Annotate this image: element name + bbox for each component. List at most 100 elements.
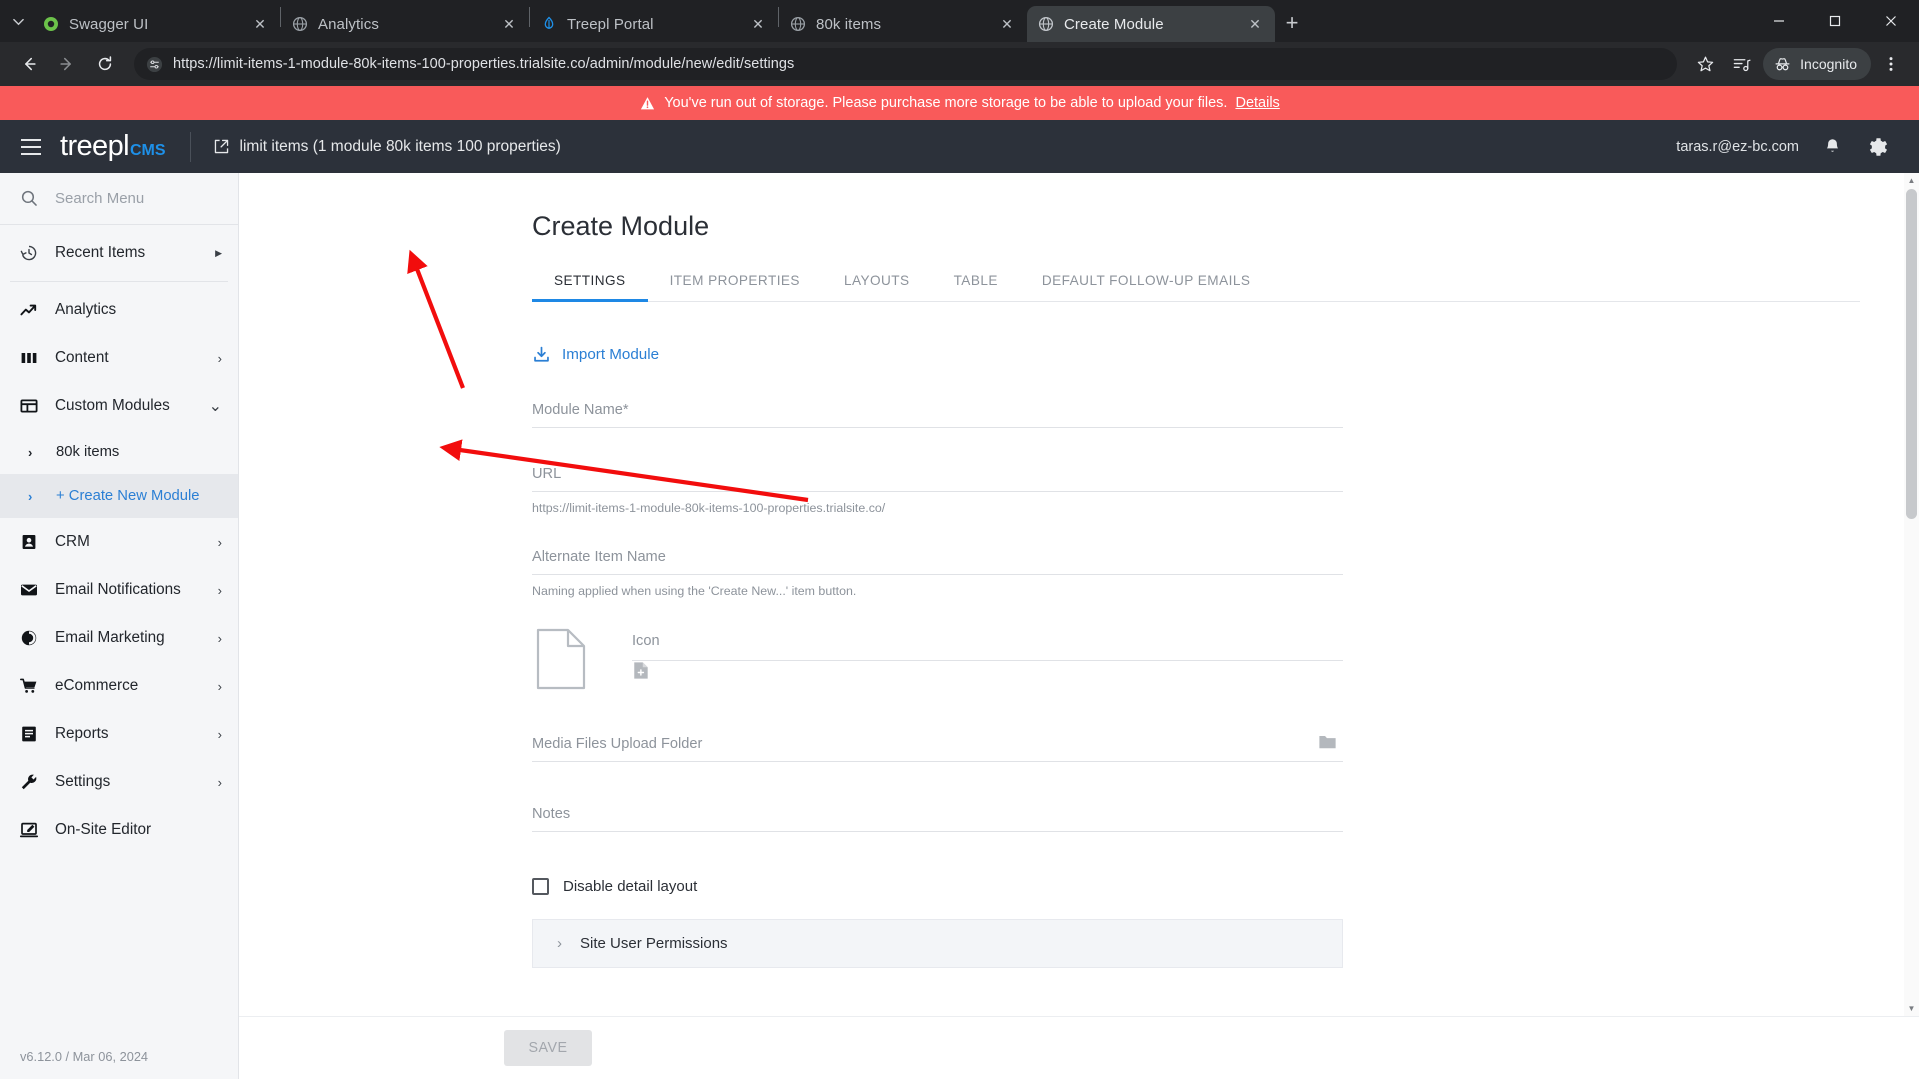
kebab-menu-icon[interactable] [1875,48,1907,80]
wrench-icon [18,772,40,792]
page-body: Recent Items ▶ Analytics [0,173,1919,1079]
tune-icon[interactable] [146,56,163,73]
browser-tab-80k-items[interactable]: 80k items ✕ [779,6,1027,42]
close-window-icon[interactable] [1863,0,1919,42]
sidebar-search[interactable] [0,173,238,225]
sidebar-item-label: Email Marketing [55,629,165,646]
sidebar-item-custom-modules[interactable]: Custom Modules ⌄ [0,382,238,430]
field-underline [532,491,1343,492]
site-name-link[interactable]: limit items (1 module 80k items 100 prop… [213,138,561,156]
module-name-field[interactable]: Module Name* [532,402,1343,428]
sidebar-item-80k-items[interactable]: › 80k items [0,430,238,474]
page-scrollbar[interactable]: ▲ ▼ [1904,173,1919,1016]
window-controls [1751,0,1919,42]
incognito-indicator[interactable]: Incognito [1763,48,1871,80]
incognito-icon [1773,55,1792,74]
icon-field[interactable]: Icon [532,628,1343,690]
media-folder-label: Media Files Upload Folder [532,736,703,752]
external-link-icon [213,138,230,155]
chevron-right-icon: › [28,488,33,504]
import-module-label: Import Module [562,346,660,363]
close-icon[interactable]: ✕ [250,14,270,34]
file-add-icon[interactable] [632,662,649,684]
close-icon[interactable]: ✕ [748,14,768,34]
chevron-right-icon: › [217,582,222,598]
sidebar-item-content[interactable]: Content › [0,334,238,382]
chevron-right-icon: › [217,630,222,646]
tab-layouts[interactable]: LAYOUTS [822,273,932,301]
page-viewport: You've run out of storage. Please purcha… [0,86,1919,1079]
url-field[interactable]: URL https://limit-items-1-module-80k-ite… [532,466,1343,515]
media-files-upload-folder-field[interactable]: Media Files Upload Folder [532,736,1343,762]
sidebar-item-recent-items[interactable]: Recent Items ▶ [0,229,238,277]
user-email: taras.r@ez-bc.com [1676,138,1799,155]
close-icon[interactable]: ✕ [1245,14,1265,34]
sidebar: Recent Items ▶ Analytics [0,173,239,1079]
scroll-up-arrow[interactable]: ▲ [1904,173,1919,188]
save-button[interactable]: SAVE [504,1030,592,1066]
site-user-permissions-panel[interactable]: › Site User Permissions [532,919,1343,968]
incognito-label: Incognito [1800,56,1857,72]
sidebar-item-crm[interactable]: CRM › [0,518,238,566]
tab-default-follow-up-emails[interactable]: DEFAULT FOLLOW-UP EMAILS [1020,273,1272,301]
content-tabs: SETTINGS ITEM PROPERTIES LAYOUTS TABLE D… [532,273,1860,302]
tab-table[interactable]: TABLE [932,273,1020,301]
sidebar-item-ecommerce[interactable]: eCommerce › [0,662,238,710]
hamburger-icon[interactable] [10,126,52,168]
tab-item-properties[interactable]: ITEM PROPERTIES [648,273,822,301]
columns-icon [18,348,40,368]
settings-form: Import Module Module Name* URL https://l… [532,345,1343,968]
download-icon [532,345,551,364]
browser-tab-analytics[interactable]: Analytics ✕ [281,6,529,42]
bell-icon[interactable] [1819,134,1845,160]
browser-tab-swagger-ui[interactable]: Swagger UI ✕ [32,6,280,42]
sidebar-item-email-notifications[interactable]: Email Notifications › [0,566,238,614]
new-tab-button[interactable]: + [1275,6,1309,40]
tab-settings[interactable]: SETTINGS [532,273,648,302]
treepl-logo[interactable]: treepl CMS [60,130,166,163]
browser-tab-create-module[interactable]: Create Module ✕ [1027,6,1275,42]
scroll-down-arrow[interactable]: ▼ [1904,1001,1919,1016]
search-input[interactable] [55,190,195,207]
tab-title: Analytics [318,15,379,33]
storage-warning-banner: You've run out of storage. Please purcha… [0,86,1919,120]
icon-input-wrapper[interactable]: Icon [632,633,1343,685]
import-module-button[interactable]: Import Module [532,345,1343,364]
gear-icon[interactable] [1865,134,1891,160]
star-icon[interactable] [1689,48,1721,80]
storage-details-link[interactable]: Details [1235,95,1279,111]
sidebar-item-settings[interactable]: Settings › [0,758,238,806]
close-icon[interactable]: ✕ [997,14,1017,34]
reading-list-icon[interactable] [1725,48,1757,80]
sidebar-item-reports[interactable]: Reports › [0,710,238,758]
sidebar-item-label: Analytics [55,301,117,318]
chevron-right-icon: › [217,774,222,790]
chevron-right-icon: ▶ [215,247,222,258]
sidebar-item-label: 80k items [56,444,120,460]
close-icon[interactable]: ✕ [499,14,519,34]
disable-detail-layout-checkbox[interactable]: Disable detail layout [532,878,1343,895]
sidebar-item-create-new-module[interactable]: › + Create New Module [0,474,238,518]
module-icon [18,396,40,416]
url-text: https://limit-items-1-module-80k-items-1… [173,56,795,72]
sidebar-item-analytics[interactable]: Analytics [0,286,238,334]
notes-label: Notes [532,806,571,822]
folder-icon[interactable] [1318,733,1337,755]
scrollbar-thumb[interactable] [1906,189,1917,519]
address-bar[interactable]: https://limit-items-1-module-80k-items-1… [134,48,1678,80]
alternate-item-name-field[interactable]: Alternate Item Name Naming applied when … [532,549,1343,598]
minimize-icon[interactable] [1751,0,1807,42]
reload-button[interactable] [88,47,122,81]
checkbox-box[interactable] [532,878,549,895]
maximize-icon[interactable] [1807,0,1863,42]
tab-search-button[interactable] [4,0,32,42]
sidebar-item-on-site-editor[interactable]: On-Site Editor [0,806,238,854]
sidebar-item-email-marketing[interactable]: Email Marketing › [0,614,238,662]
notes-field[interactable]: Notes [532,806,1343,832]
forward-button[interactable] [50,47,84,81]
history-icon [18,243,40,263]
back-button[interactable] [12,47,46,81]
browser-tab-treepl-portal[interactable]: Treepl Portal ✕ [530,6,778,42]
browser-toolbar: https://limit-items-1-module-80k-items-1… [0,42,1919,86]
trending-up-icon [18,300,40,320]
